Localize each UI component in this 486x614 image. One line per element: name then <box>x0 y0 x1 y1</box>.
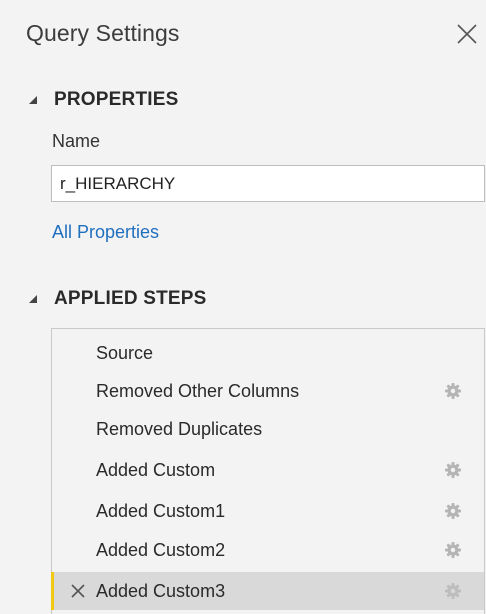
properties-section-toggle[interactable]: PROPERTIES <box>26 87 178 113</box>
step-removed-other-columns[interactable]: Removed Other Columns <box>52 372 484 410</box>
step-label: Added Custom3 <box>96 580 226 601</box>
step-label: Removed Other Columns <box>96 380 300 401</box>
gear-icon[interactable] <box>444 382 462 400</box>
gear-icon[interactable] <box>444 502 462 520</box>
all-properties-link[interactable]: All Properties <box>52 222 159 243</box>
panel-header: Query Settings <box>0 0 486 76</box>
gear-icon[interactable] <box>444 461 462 479</box>
step-label: Source <box>96 342 154 363</box>
step-added-custom[interactable]: Added Custom <box>52 451 484 489</box>
step-removed-duplicates[interactable]: Removed Duplicates <box>52 410 484 448</box>
collapse-triangle-icon <box>26 292 40 306</box>
step-added-custom1[interactable]: Added Custom1 <box>52 492 484 530</box>
step-label: Added Custom <box>96 459 216 480</box>
name-label: Name <box>52 131 101 151</box>
delete-step-icon[interactable] <box>70 583 86 599</box>
step-label: Removed Duplicates <box>96 418 263 439</box>
panel-title: Query Settings <box>26 20 180 46</box>
step-source[interactable]: Source <box>52 334 484 372</box>
applied-steps-heading: APPLIED STEPS <box>54 288 207 309</box>
gear-icon[interactable] <box>444 582 462 600</box>
step-label: Added Custom2 <box>96 539 226 560</box>
step-label: Added Custom1 <box>96 500 226 521</box>
step-added-custom2[interactable]: Added Custom2 <box>52 531 484 569</box>
applied-steps-section-toggle[interactable]: APPLIED STEPS <box>26 286 207 312</box>
close-icon[interactable] <box>451 18 479 46</box>
step-added-custom3[interactable]: Added Custom3 <box>51 572 484 610</box>
gear-icon[interactable] <box>444 541 462 559</box>
applied-steps-list: Source Removed Other Columns Removed Dup… <box>51 328 485 614</box>
collapse-triangle-icon <box>26 93 40 107</box>
query-name-input[interactable] <box>51 165 485 202</box>
properties-heading: PROPERTIES <box>54 89 179 110</box>
